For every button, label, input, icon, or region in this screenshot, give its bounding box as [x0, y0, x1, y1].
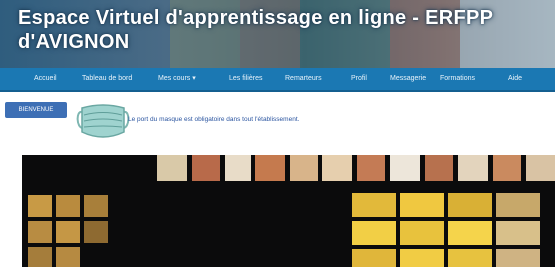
window [28, 221, 52, 243]
window [400, 249, 444, 267]
mask-notice-text: Le port du masque est obligatoire dans t… [128, 116, 300, 123]
window [400, 221, 444, 245]
window [448, 193, 492, 217]
window [458, 155, 488, 181]
window [425, 155, 453, 181]
window [225, 155, 251, 181]
window [493, 155, 521, 181]
header-banner: Espace Virtuel d'apprentissage en ligne … [0, 0, 555, 68]
building-photo [22, 155, 555, 267]
window [28, 247, 52, 267]
window [448, 249, 492, 267]
window [496, 249, 540, 267]
window [290, 155, 318, 181]
nav-item-messagerie[interactable]: Messagerie [390, 68, 426, 90]
window [390, 155, 420, 181]
window [56, 221, 80, 243]
window [255, 155, 285, 181]
window [56, 247, 80, 267]
nav-item-profil[interactable]: Profil [351, 68, 367, 90]
nav-item-mes-cours[interactable]: Mes cours ▾ [158, 68, 196, 90]
window [352, 221, 396, 245]
nav-item-accueil[interactable]: Accueil [34, 68, 57, 90]
window [56, 195, 80, 217]
main-nav: Accueil Tableau de bord Mes cours ▾ Les … [0, 68, 555, 92]
nav-item-tableau-de-bord[interactable]: Tableau de bord [82, 68, 132, 90]
window [526, 155, 555, 181]
nav-item-formations[interactable]: Formations [440, 68, 475, 90]
nav-item-remarteurs[interactable]: Remarteurs [285, 68, 322, 90]
face-mask-icon [76, 104, 130, 138]
nav-item-aide[interactable]: Aide [508, 68, 522, 90]
window [157, 155, 187, 181]
window [400, 193, 444, 217]
window [352, 249, 396, 267]
window [28, 195, 52, 217]
window [84, 195, 108, 217]
window [496, 221, 540, 245]
nav-item-les-filieres[interactable]: Les filières [229, 68, 262, 90]
welcome-button[interactable]: BIENVENUE [5, 102, 67, 118]
window [352, 193, 396, 217]
window [192, 155, 220, 181]
window [357, 155, 385, 181]
site-title: Espace Virtuel d'apprentissage en ligne … [18, 7, 493, 53]
window [322, 155, 352, 181]
window [84, 221, 108, 243]
window [448, 221, 492, 245]
window [496, 193, 540, 217]
